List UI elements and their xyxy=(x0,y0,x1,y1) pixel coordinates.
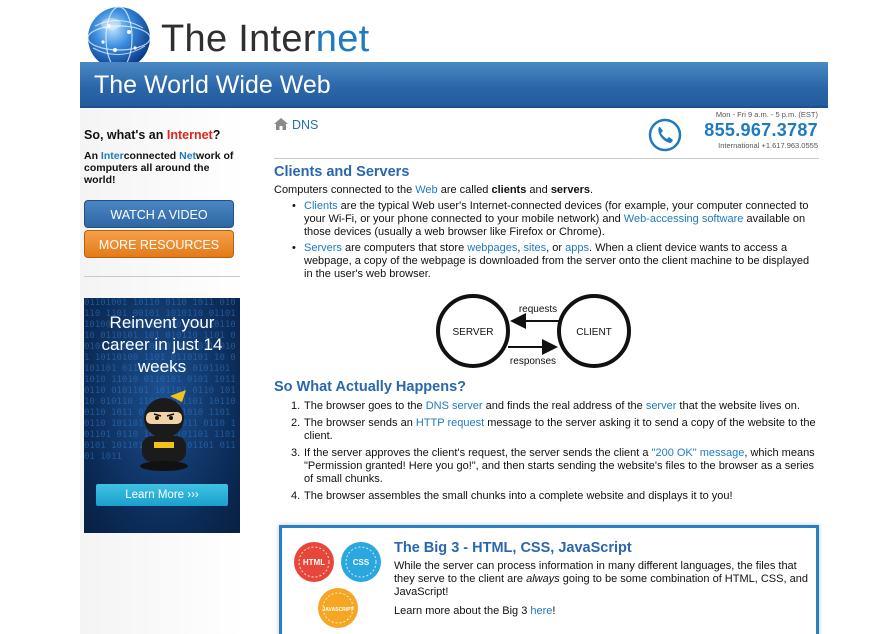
big3-callout: HTML CSS JAVASCRIPT The Big 3 - HTML, CS… xyxy=(279,525,819,634)
site-banner: The World Wide Web xyxy=(80,62,828,108)
web-link[interactable]: Web xyxy=(415,184,437,196)
contact-block: Mon - Fri 9 a.m. - 5 p.m. (EST) 855.967.… xyxy=(648,110,818,154)
list-item: 3. If the server approves the client's re… xyxy=(291,447,815,485)
phone-number[interactable]: 855.967.3787 xyxy=(704,120,818,141)
steps-list: 1. The browser goes to the DNS server and… xyxy=(274,400,820,503)
list-item: 2. The browser sends an HTTP request mess… xyxy=(291,417,816,442)
web-accessing-software-link[interactable]: Web-accessing software xyxy=(624,213,744,225)
sidebar-description: An Interconnected Network of computers a… xyxy=(84,150,234,186)
server-label: SERVER xyxy=(453,327,494,338)
requests-label: requests xyxy=(519,304,557,315)
banner-title: The World Wide Web xyxy=(94,71,331,99)
http-request-link[interactable]: HTTP request xyxy=(416,417,484,429)
webpages-link[interactable]: webpages xyxy=(467,242,517,254)
breadcrumb-label[interactable]: DNS xyxy=(292,118,318,132)
article: Clients and Servers Computers connected … xyxy=(274,164,820,507)
javascript-badge: JAVASCRIPT xyxy=(318,588,358,628)
200-ok-link[interactable]: "200 OK" message xyxy=(652,447,745,459)
client-label: CLIENT xyxy=(576,327,612,338)
section-heading-clients-servers: Clients and Servers xyxy=(274,164,410,180)
dns-server-link[interactable]: DNS server xyxy=(426,400,483,412)
big3-badges: HTML CSS JAVASCRIPT xyxy=(294,542,381,628)
servers-link[interactable]: Servers xyxy=(304,242,342,254)
svg-text:JAVASCRIPT: JAVASCRIPT xyxy=(323,607,354,613)
big3-text: While the server can process information… xyxy=(394,560,808,598)
client-server-diagram: SERVER CLIENT requests responses xyxy=(274,287,820,375)
sites-link[interactable]: sites xyxy=(524,242,547,254)
clients-link[interactable]: Clients xyxy=(304,200,338,212)
main-content: DNS Mon - Fri 9 a.m. - 5 p.m. (EST) 855.… xyxy=(244,108,828,634)
intro-paragraph: Computers connected to the Web are calle… xyxy=(274,184,594,196)
server-link[interactable]: server xyxy=(646,400,677,412)
hours-text: Mon - Fri 9 a.m. - 5 p.m. (EST) xyxy=(715,110,818,119)
list-item: 4. The browser assembles the small chunks… xyxy=(291,490,733,502)
sidebar: So, what's an Internet? An Interconnecte… xyxy=(80,108,244,634)
more-resources-button[interactable]: MORE RESOURCES xyxy=(84,230,234,258)
phone-icon xyxy=(648,118,682,152)
list-item: Servers are computers that store webpage… xyxy=(292,242,820,281)
international-number: International +1.617.963.0555 xyxy=(718,141,818,150)
responses-label: responses xyxy=(510,356,556,367)
clients-servers-list: Clients are the typical Web user's Inter… xyxy=(274,200,820,281)
big3-learn-more: Learn more about the Big 3 here! xyxy=(394,605,556,617)
breadcrumb[interactable]: DNS xyxy=(274,118,318,132)
sidebar-question: So, what's an Internet? xyxy=(84,128,221,142)
apps-link[interactable]: apps xyxy=(565,242,589,254)
svg-text:CSS: CSS xyxy=(353,558,370,567)
site-logo[interactable]: The Internet xyxy=(85,4,385,70)
big3-title: The Big 3 - HTML, CSS, JavaScript xyxy=(394,540,632,556)
section-heading-what-happens: So What Actually Happens? xyxy=(274,379,467,395)
ninja-icon xyxy=(140,390,188,471)
list-item: 1. The browser goes to the DNS server and… xyxy=(291,400,800,412)
logo-text: The Internet xyxy=(161,18,370,60)
big3-here-link[interactable]: here xyxy=(530,605,552,617)
list-item: Clients are the typical Web user's Inter… xyxy=(292,200,820,239)
career-ad[interactable]: 01101001 10110 0110 1011 010110 1101 001… xyxy=(84,298,240,533)
divider xyxy=(84,276,240,277)
html-badge: HTML xyxy=(294,542,334,582)
diagram-svg: SERVER CLIENT requests responses xyxy=(436,294,631,368)
watch-video-button[interactable]: WATCH A VIDEO xyxy=(84,200,234,228)
divider xyxy=(274,158,819,159)
ad-title: Reinvent your career in just 14 weeks xyxy=(101,313,223,376)
svg-text:HTML: HTML xyxy=(303,558,325,567)
css-badge: CSS xyxy=(341,542,381,582)
home-icon xyxy=(274,118,288,130)
learn-more-button[interactable]: Learn More ››› xyxy=(96,484,228,506)
